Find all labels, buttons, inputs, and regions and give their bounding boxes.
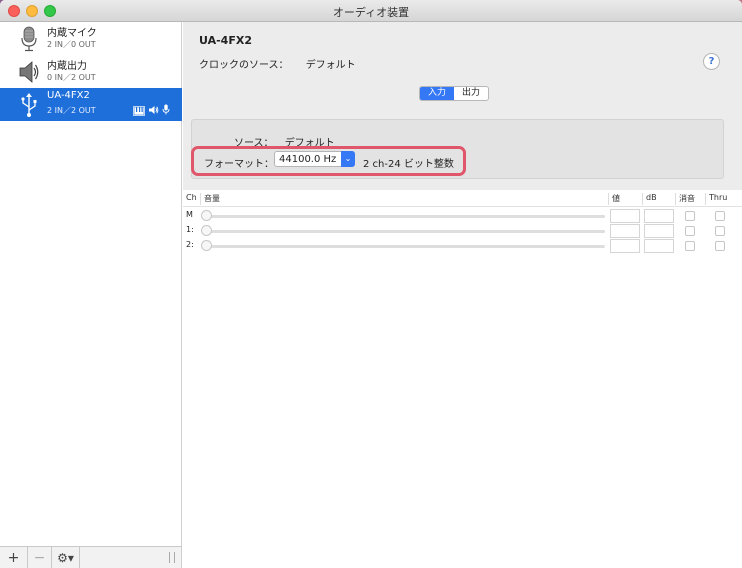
column-header-db: dB — [642, 193, 675, 205]
column-header-value: 値 — [608, 193, 642, 205]
table-row: M — [183, 208, 742, 224]
window-title: オーディオ装置 — [332, 6, 410, 19]
mute-checkbox[interactable] — [685, 226, 695, 236]
value-field[interactable] — [610, 209, 640, 223]
column-header-mute: 消音 — [675, 193, 705, 205]
gear-menu-button[interactable]: ⚙▾ — [52, 547, 80, 568]
remove-device-button[interactable]: − — [28, 547, 52, 568]
channel-table: Ch 音量 値 dB 消音 Thru M 1: 2: — [183, 190, 742, 568]
db-field[interactable] — [644, 224, 674, 238]
chevron-down-icon[interactable]: ⌄ — [341, 151, 355, 167]
help-button[interactable]: ? — [703, 53, 720, 70]
tab-output[interactable]: 出力 — [454, 87, 488, 100]
volume-slider-track[interactable] — [207, 215, 605, 218]
device-io: 2 IN／2 OUT — [47, 106, 96, 115]
device-io: 2 IN／0 OUT — [47, 40, 96, 49]
output-speaker-icon — [148, 105, 159, 118]
device-item-ua-4fx2[interactable]: UA-4FX2 2 IN／2 OUT — [0, 88, 182, 121]
channel-label: 2: — [186, 240, 194, 249]
thru-checkbox[interactable] — [715, 211, 725, 221]
resize-grip-icon[interactable] — [169, 552, 175, 563]
header-divider — [183, 206, 742, 207]
device-badges — [133, 104, 170, 118]
column-header-thru: Thru — [705, 193, 742, 205]
device-detail-pane: UA-4FX2 クロックのソース： デフォルト ? 入力 出力 ソース： デフォ… — [183, 22, 742, 568]
table-row: 1: — [183, 223, 742, 239]
channel-label: M — [186, 210, 193, 219]
tab-input[interactable]: 入力 — [420, 87, 455, 100]
volume-slider-track[interactable] — [207, 230, 605, 233]
channel-label: 1: — [186, 225, 194, 234]
device-item-builtin-output[interactable]: 内蔵出力 0 IN／2 OUT — [0, 55, 182, 88]
format-panel: ソース： デフォルト フォーマット： 44100.0 Hz ⌄ 2 ch-24 … — [191, 119, 724, 179]
clock-source-row: クロックのソース： デフォルト — [199, 56, 370, 71]
device-name: UA-4FX2 — [47, 90, 90, 101]
column-header-ch: Ch — [186, 193, 197, 202]
microphone-icon — [18, 26, 40, 52]
midi-icon — [133, 106, 145, 116]
sample-rate-select[interactable]: 44100.0 Hz ⌄ — [274, 151, 355, 167]
sidebar-toolbar: + − ⚙▾ — [0, 546, 182, 568]
column-header-volume: 音量 — [200, 193, 605, 205]
input-mic-icon — [162, 104, 170, 118]
volume-slider-knob[interactable] — [201, 240, 212, 251]
mute-checkbox[interactable] — [685, 241, 695, 251]
clock-source-value[interactable]: デフォルト — [306, 60, 356, 71]
format-label: フォーマット： — [204, 159, 274, 170]
device-item-builtin-mic[interactable]: 内蔵マイク 2 IN／0 OUT — [0, 22, 182, 55]
title-bar: オーディオ装置 — [0, 0, 742, 22]
io-tab-control: 入力 出力 — [419, 86, 490, 101]
clock-source-label: クロックのソース： — [199, 60, 289, 71]
device-name: 内蔵マイク — [47, 28, 97, 39]
mute-checkbox[interactable] — [685, 211, 695, 221]
speaker-icon — [18, 59, 40, 85]
device-title: UA-4FX2 — [199, 34, 252, 47]
db-field[interactable] — [644, 209, 674, 223]
db-field[interactable] — [644, 239, 674, 253]
thru-checkbox[interactable] — [715, 241, 725, 251]
device-name: 内蔵出力 — [47, 61, 87, 72]
value-field[interactable] — [610, 224, 640, 238]
volume-slider-track[interactable] — [207, 245, 605, 248]
device-io: 0 IN／2 OUT — [47, 73, 96, 82]
usb-icon — [18, 92, 40, 118]
add-device-button[interactable]: + — [0, 547, 28, 568]
table-row: 2: — [183, 238, 742, 254]
sample-rate-value: 44100.0 Hz — [279, 154, 337, 165]
thru-checkbox[interactable] — [715, 226, 725, 236]
audio-devices-window: オーディオ装置 内蔵マイク 2 IN／0 OUT 内蔵出力 0 IN／2 OUT… — [0, 0, 742, 568]
volume-slider-knob[interactable] — [201, 210, 212, 221]
value-field[interactable] — [610, 239, 640, 253]
device-sidebar: 内蔵マイク 2 IN／0 OUT 内蔵出力 0 IN／2 OUT UA-4FX2… — [0, 22, 182, 546]
format-bits: 2 ch-24 ビット整数 — [363, 159, 454, 170]
volume-slider-knob[interactable] — [201, 225, 212, 236]
